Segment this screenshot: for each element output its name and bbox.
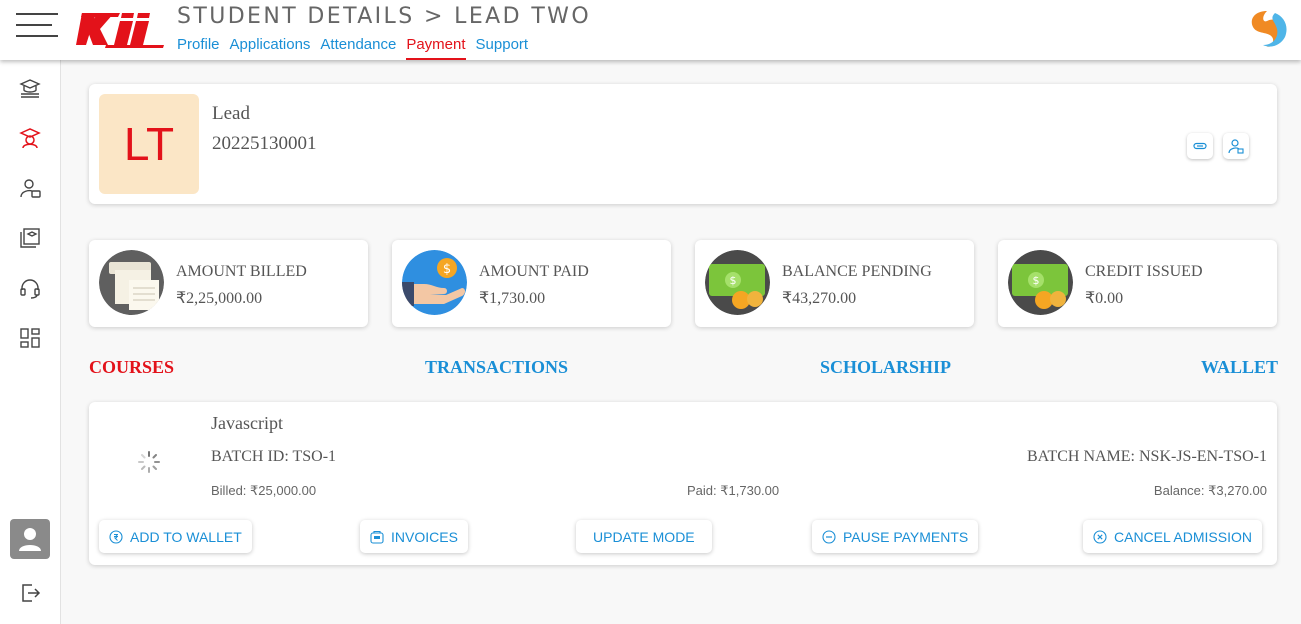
student-cap-icon[interactable] [18,126,42,150]
top-tabs: Profile Applications Attendance Payment … [177,36,538,60]
stat-label: AMOUNT PAID [479,263,589,280]
hand-coin-icon: $ [402,250,467,315]
sidebar [0,60,61,624]
update-mode-label: UPDATE MODE [593,528,695,545]
brand-logo-icon [1251,11,1287,47]
tab-payment[interactable]: Payment [406,36,466,60]
avatar: LT [99,94,199,194]
tab-attendance[interactable]: Attendance [320,36,396,60]
batch-name: BATCH NAME: NSK-JS-EN-TSO-1 [1026,448,1267,465]
update-mode-button[interactable]: UPDATE MODE [576,520,712,553]
lead-name: Lead [212,103,250,124]
stat-value: ₹43,270.00 [782,290,857,307]
courses-icon[interactable] [18,76,42,100]
user-avatar-icon[interactable] [10,519,50,559]
svg-text:$: $ [1033,274,1040,287]
stat-card-paid: $ AMOUNT PAID ₹1,730.00 [392,240,671,327]
kii-logo [76,13,164,48]
stat-label: CREDIT ISSUED [1085,263,1203,280]
course-card: Javascript BATCH ID: TSO-1 BATCH NAME: N… [89,402,1277,565]
bill-receipt-icon [99,250,164,315]
pause-payments-button[interactable]: PAUSE PAYMENTS [812,520,979,553]
tab-applications[interactable]: Applications [230,36,311,60]
cash-coins-icon: $ [705,250,770,315]
stat-card-credit: $ CREDIT ISSUED ₹0.00 [998,240,1277,327]
cancel-admission-label: CANCEL ADMISSION [1114,528,1252,545]
invoices-button[interactable]: INVOICES [360,520,468,553]
billed-amount: Billed: ₹25,000.00 [211,483,317,498]
tab-transactions[interactable]: TRANSACTIONS [425,357,568,378]
loading-spinner-icon [138,451,160,473]
link-icon [1193,142,1207,150]
page-title: STUDENT DETAILS > LEAD TWO [177,4,592,29]
user-lock-icon [1228,139,1244,154]
tab-scholarship[interactable]: SCHOLARSHIP [820,357,951,378]
stat-label: BALANCE PENDING [782,263,932,280]
course-name: Javascript [211,413,283,433]
invoices-label: INVOICES [391,528,458,545]
stat-card-balance: $ BALANCE PENDING ₹43,270.00 [695,240,974,327]
stat-value: ₹1,730.00 [479,290,546,307]
add-to-wallet-label: ADD TO WALLET [130,528,242,545]
tab-profile[interactable]: Profile [177,36,220,60]
add-to-wallet-button[interactable]: ADD TO WALLET [99,520,252,553]
library-icon[interactable] [18,226,42,250]
user-card-icon[interactable] [18,176,42,200]
tab-wallet[interactable]: WALLET [1201,357,1278,378]
x-circle-icon [1093,529,1107,544]
dashboard-grid-icon[interactable] [18,326,42,350]
svg-text:$: $ [730,274,737,287]
balance-amount: Balance: ₹3,270.00 [1153,483,1267,498]
batch-id: BATCH ID: TSO-1 [211,448,337,465]
tab-support[interactable]: Support [476,36,529,60]
top-header: STUDENT DETAILS > LEAD TWO Profile Appli… [0,0,1301,60]
tab-courses[interactable]: COURSES [89,357,174,378]
headset-icon[interactable] [18,276,42,300]
lead-id: 20225130001 [212,133,317,154]
logout-icon[interactable] [18,581,42,605]
cancel-admission-button[interactable]: CANCEL ADMISSION [1083,520,1262,553]
stat-label: AMOUNT BILLED [176,263,307,280]
pause-payments-label: PAUSE PAYMENTS [843,528,969,545]
rupee-circle-icon [109,529,123,544]
stat-value: ₹2,25,000.00 [176,290,263,307]
menu-icon[interactable] [16,13,58,39]
stat-value: ₹0.00 [1085,290,1124,307]
stat-card-billed: AMOUNT BILLED ₹2,25,000.00 [89,240,368,327]
link-button[interactable] [1187,133,1213,159]
user-lock-button[interactable] [1223,133,1249,159]
minus-circle-icon [822,529,836,544]
profile-card: LT Lead 20225130001 [89,84,1277,204]
paid-amount: Paid: ₹1,730.00 [687,483,780,498]
invoice-box-icon [370,530,384,544]
cash-coins-icon: $ [1008,250,1073,315]
svg-text:$: $ [443,262,451,277]
